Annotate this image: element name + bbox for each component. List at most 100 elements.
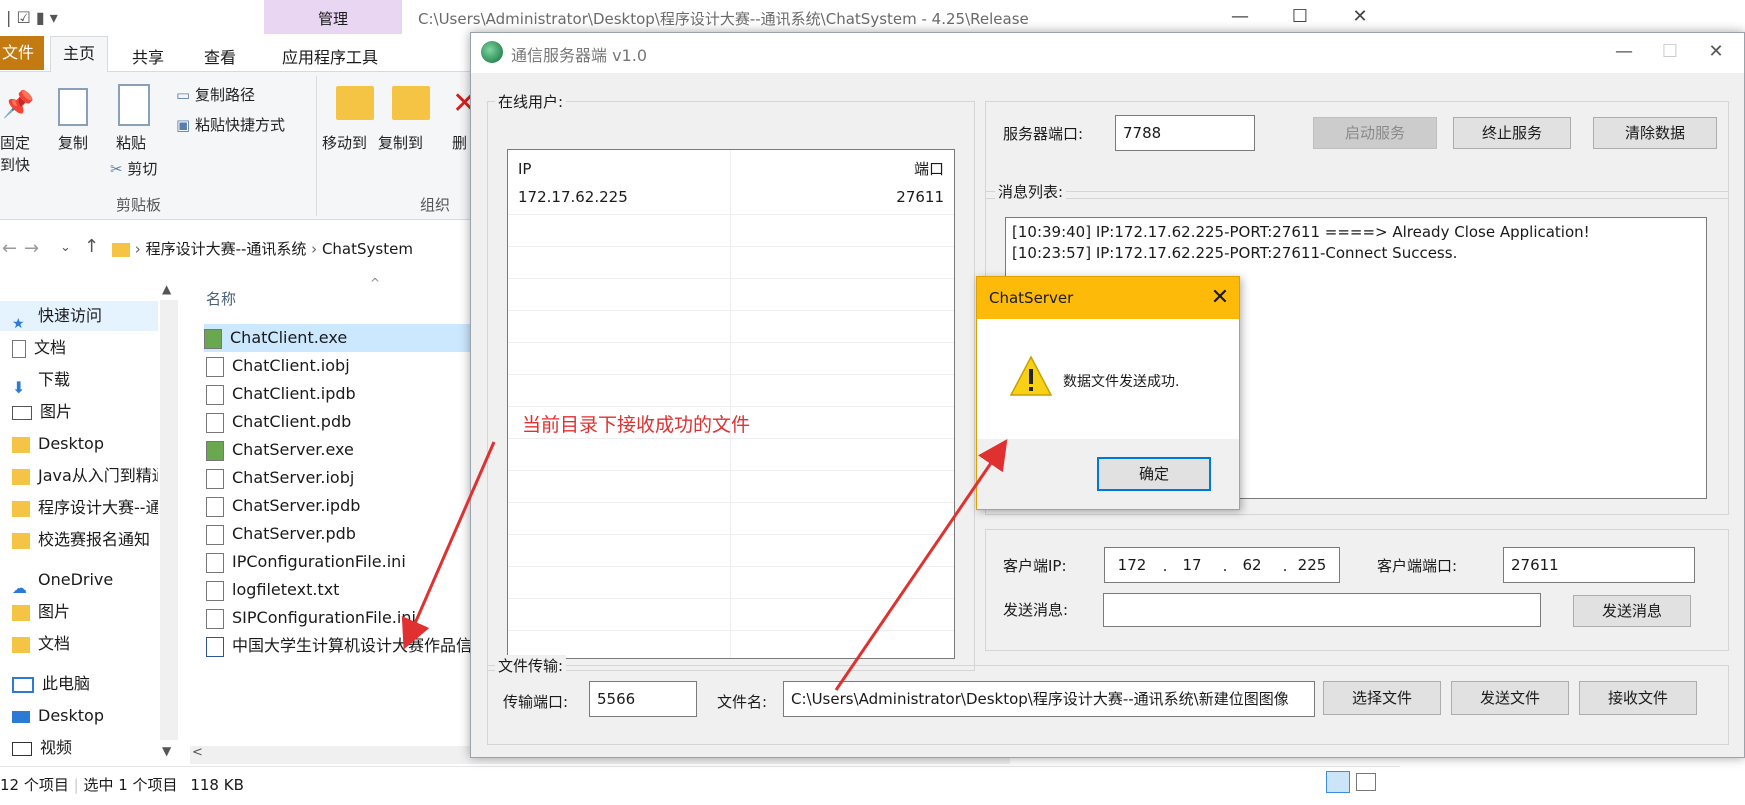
copy-to-button[interactable]: 复制到 — [378, 132, 423, 153]
tab-app-tools[interactable]: 应用程序工具 — [282, 44, 378, 68]
close-icon[interactable]: ✕ — [1693, 37, 1739, 67]
sort-ascending-icon: ^ — [370, 276, 381, 290]
up-arrow-icon[interactable]: ↑ — [84, 236, 99, 257]
transfer-port-input[interactable]: 5566 — [589, 681, 697, 717]
file-transfer-label: 文件传输: — [495, 655, 567, 676]
server-port-input[interactable]: 7788 — [1115, 115, 1255, 151]
document-icon — [12, 339, 26, 358]
user-ip: 172.17.62.225 — [518, 188, 628, 206]
file-row[interactable]: ChatServer.exe — [206, 436, 466, 464]
ribbon-divider — [316, 76, 317, 216]
grid-line — [508, 278, 954, 279]
status-item-count: 12 个项目 — [0, 776, 69, 794]
tab-home[interactable]: 主页 — [50, 36, 108, 73]
tab-file[interactable]: 文件 — [0, 36, 44, 70]
file-row[interactable]: ChatClient.ipdb — [206, 380, 466, 408]
file-row[interactable]: ChatServer.iobj — [206, 464, 466, 492]
nav-item-downloads[interactable]: ⬇ 下载 — [0, 365, 158, 395]
quick-access-toolbar[interactable]: | ☑ ▮ ▾ — [6, 8, 58, 27]
pin-icon: 📌 — [2, 90, 35, 120]
copy-button[interactable]: 复制 — [58, 132, 88, 153]
file-row[interactable]: ChatClient.exe — [204, 324, 474, 352]
column-header-port[interactable]: 端口 — [914, 154, 944, 184]
column-header-ip[interactable]: IP — [518, 154, 531, 184]
send-file-button[interactable]: 发送文件 — [1451, 681, 1569, 715]
move-to-button[interactable]: 移动到 — [322, 132, 367, 153]
client-ip-label: 客户端IP: — [1003, 557, 1067, 575]
client-port-input[interactable]: 27611 — [1503, 547, 1695, 583]
file-row[interactable]: SIPConfigurationFile.ini — [206, 604, 466, 632]
tab-manage[interactable]: 管理 — [264, 0, 402, 34]
nav-item-notice-folder[interactable]: 校选赛报名通知 — [0, 525, 158, 555]
cut-button[interactable]: ✂ 剪切 — [110, 158, 157, 179]
file-row[interactable]: 中国大学生计算机设计大赛作品信息 — [206, 632, 488, 660]
receive-file-button[interactable]: 接收文件 — [1579, 681, 1697, 715]
maximize-icon[interactable]: ☐ — [1280, 4, 1320, 30]
folder-icon — [12, 436, 30, 453]
grid-line — [508, 342, 954, 343]
paste-button[interactable]: 粘贴 — [116, 132, 146, 153]
scroll-left-icon[interactable]: < — [192, 745, 203, 760]
nav-item-desktop[interactable]: Desktop — [0, 429, 158, 459]
copy-path-button[interactable]: ▭ 复制路径 — [176, 84, 255, 105]
nav-item-java-folder[interactable]: Java从入门到精通 — [0, 461, 158, 491]
paste-shortcut-icon: ▣ — [176, 116, 195, 134]
paste-shortcut-button[interactable]: ▣ 粘贴快捷方式 — [176, 114, 285, 135]
file-row[interactable]: ChatServer.ipdb — [206, 492, 466, 520]
nav-item-onedrive-documents[interactable]: 文档 — [0, 629, 158, 659]
delete-button[interactable]: 删 — [452, 132, 467, 153]
file-row[interactable]: ChatServer.pdb — [206, 520, 466, 548]
nav-item-onedrive[interactable]: ☁ OneDrive — [0, 565, 158, 595]
minimize-icon[interactable]: — — [1220, 4, 1260, 30]
breadcrumb-part[interactable]: 程序设计大赛--通讯系统 — [146, 240, 307, 258]
ok-button[interactable]: 确定 — [1097, 457, 1211, 491]
tab-view[interactable]: 查看 — [204, 44, 236, 68]
nav-item-videos[interactable]: 视频 — [0, 733, 158, 759]
send-message-button[interactable]: 发送消息 — [1573, 595, 1691, 627]
maximize-icon: ☐ — [1661, 41, 1679, 62]
forward-arrow-icon[interactable]: → — [24, 238, 39, 259]
chatserver-dialog: ChatServer ✕ 数据文件发送成功. 确定 — [976, 276, 1240, 510]
online-users-list[interactable]: IP 端口 172.17.62.225 27611 — [507, 149, 955, 659]
send-message-input[interactable] — [1103, 593, 1541, 627]
nav-item-pictures[interactable]: 图片 — [0, 397, 158, 427]
pin-quick-access-button[interactable]: 固定到快速访问 — [0, 132, 44, 178]
grid-line — [508, 406, 954, 407]
file-row[interactable]: ChatClient.pdb — [206, 408, 466, 436]
details-view-icon[interactable] — [1326, 771, 1350, 793]
minimize-icon[interactable]: — — [1601, 37, 1647, 67]
choose-file-button[interactable]: 选择文件 — [1323, 681, 1441, 715]
column-header-name[interactable]: 名称 — [206, 288, 236, 309]
dialog-close-icon[interactable]: ✕ — [1201, 277, 1239, 319]
nav-scrollbar[interactable] — [160, 300, 178, 740]
file-name-input[interactable]: C:\Users\Administrator\Desktop\程序设计大赛--通… — [783, 681, 1315, 717]
nav-item-quick-access[interactable]: ★ 快速访问 — [0, 301, 158, 331]
folder-icon — [12, 636, 30, 653]
list-item[interactable]: 172.17.62.225 27611 — [508, 182, 954, 212]
nav-item-documents[interactable]: 文档 — [0, 333, 158, 363]
folder-icon — [12, 532, 30, 549]
recent-locations-icon[interactable]: ⌄ — [60, 240, 71, 255]
close-icon[interactable]: ✕ — [1340, 4, 1380, 30]
address-bar[interactable]: › 程序设计大赛--通讯系统 › ChatSystem — [112, 232, 472, 266]
nav-item-onedrive-pictures[interactable]: 图片 — [0, 597, 158, 627]
client-ip-input[interactable]: 172 . 17 . 62 . 225 — [1104, 547, 1340, 583]
large-icons-view-icon[interactable] — [1356, 773, 1376, 791]
file-row[interactable]: ChatClient.iobj — [206, 352, 466, 380]
nav-item-pc-desktop[interactable]: Desktop — [0, 701, 158, 731]
back-arrow-icon[interactable]: ← — [2, 238, 17, 259]
start-service-button[interactable]: 启动服务 — [1313, 117, 1437, 149]
stop-service-button[interactable]: 终止服务 — [1453, 117, 1571, 149]
file-row[interactable]: logfiletext.txt — [206, 576, 466, 604]
tab-share[interactable]: 共享 — [132, 44, 164, 68]
file-row[interactable]: IPConfigurationFile.ini — [206, 548, 466, 576]
nav-item-contest-folder[interactable]: 程序设计大赛--通讯系统 — [0, 493, 158, 523]
nav-item-this-pc[interactable]: 此电脑 — [0, 669, 158, 699]
file-icon — [206, 468, 224, 489]
scroll-down-icon[interactable]: ▼ — [162, 744, 171, 758]
breadcrumb-part[interactable]: ChatSystem — [322, 240, 413, 258]
grid-line — [508, 310, 954, 311]
scroll-up-icon[interactable]: ▲ — [162, 282, 171, 296]
clear-data-button[interactable]: 清除数据 — [1593, 117, 1717, 149]
ini-file-icon — [206, 608, 224, 629]
